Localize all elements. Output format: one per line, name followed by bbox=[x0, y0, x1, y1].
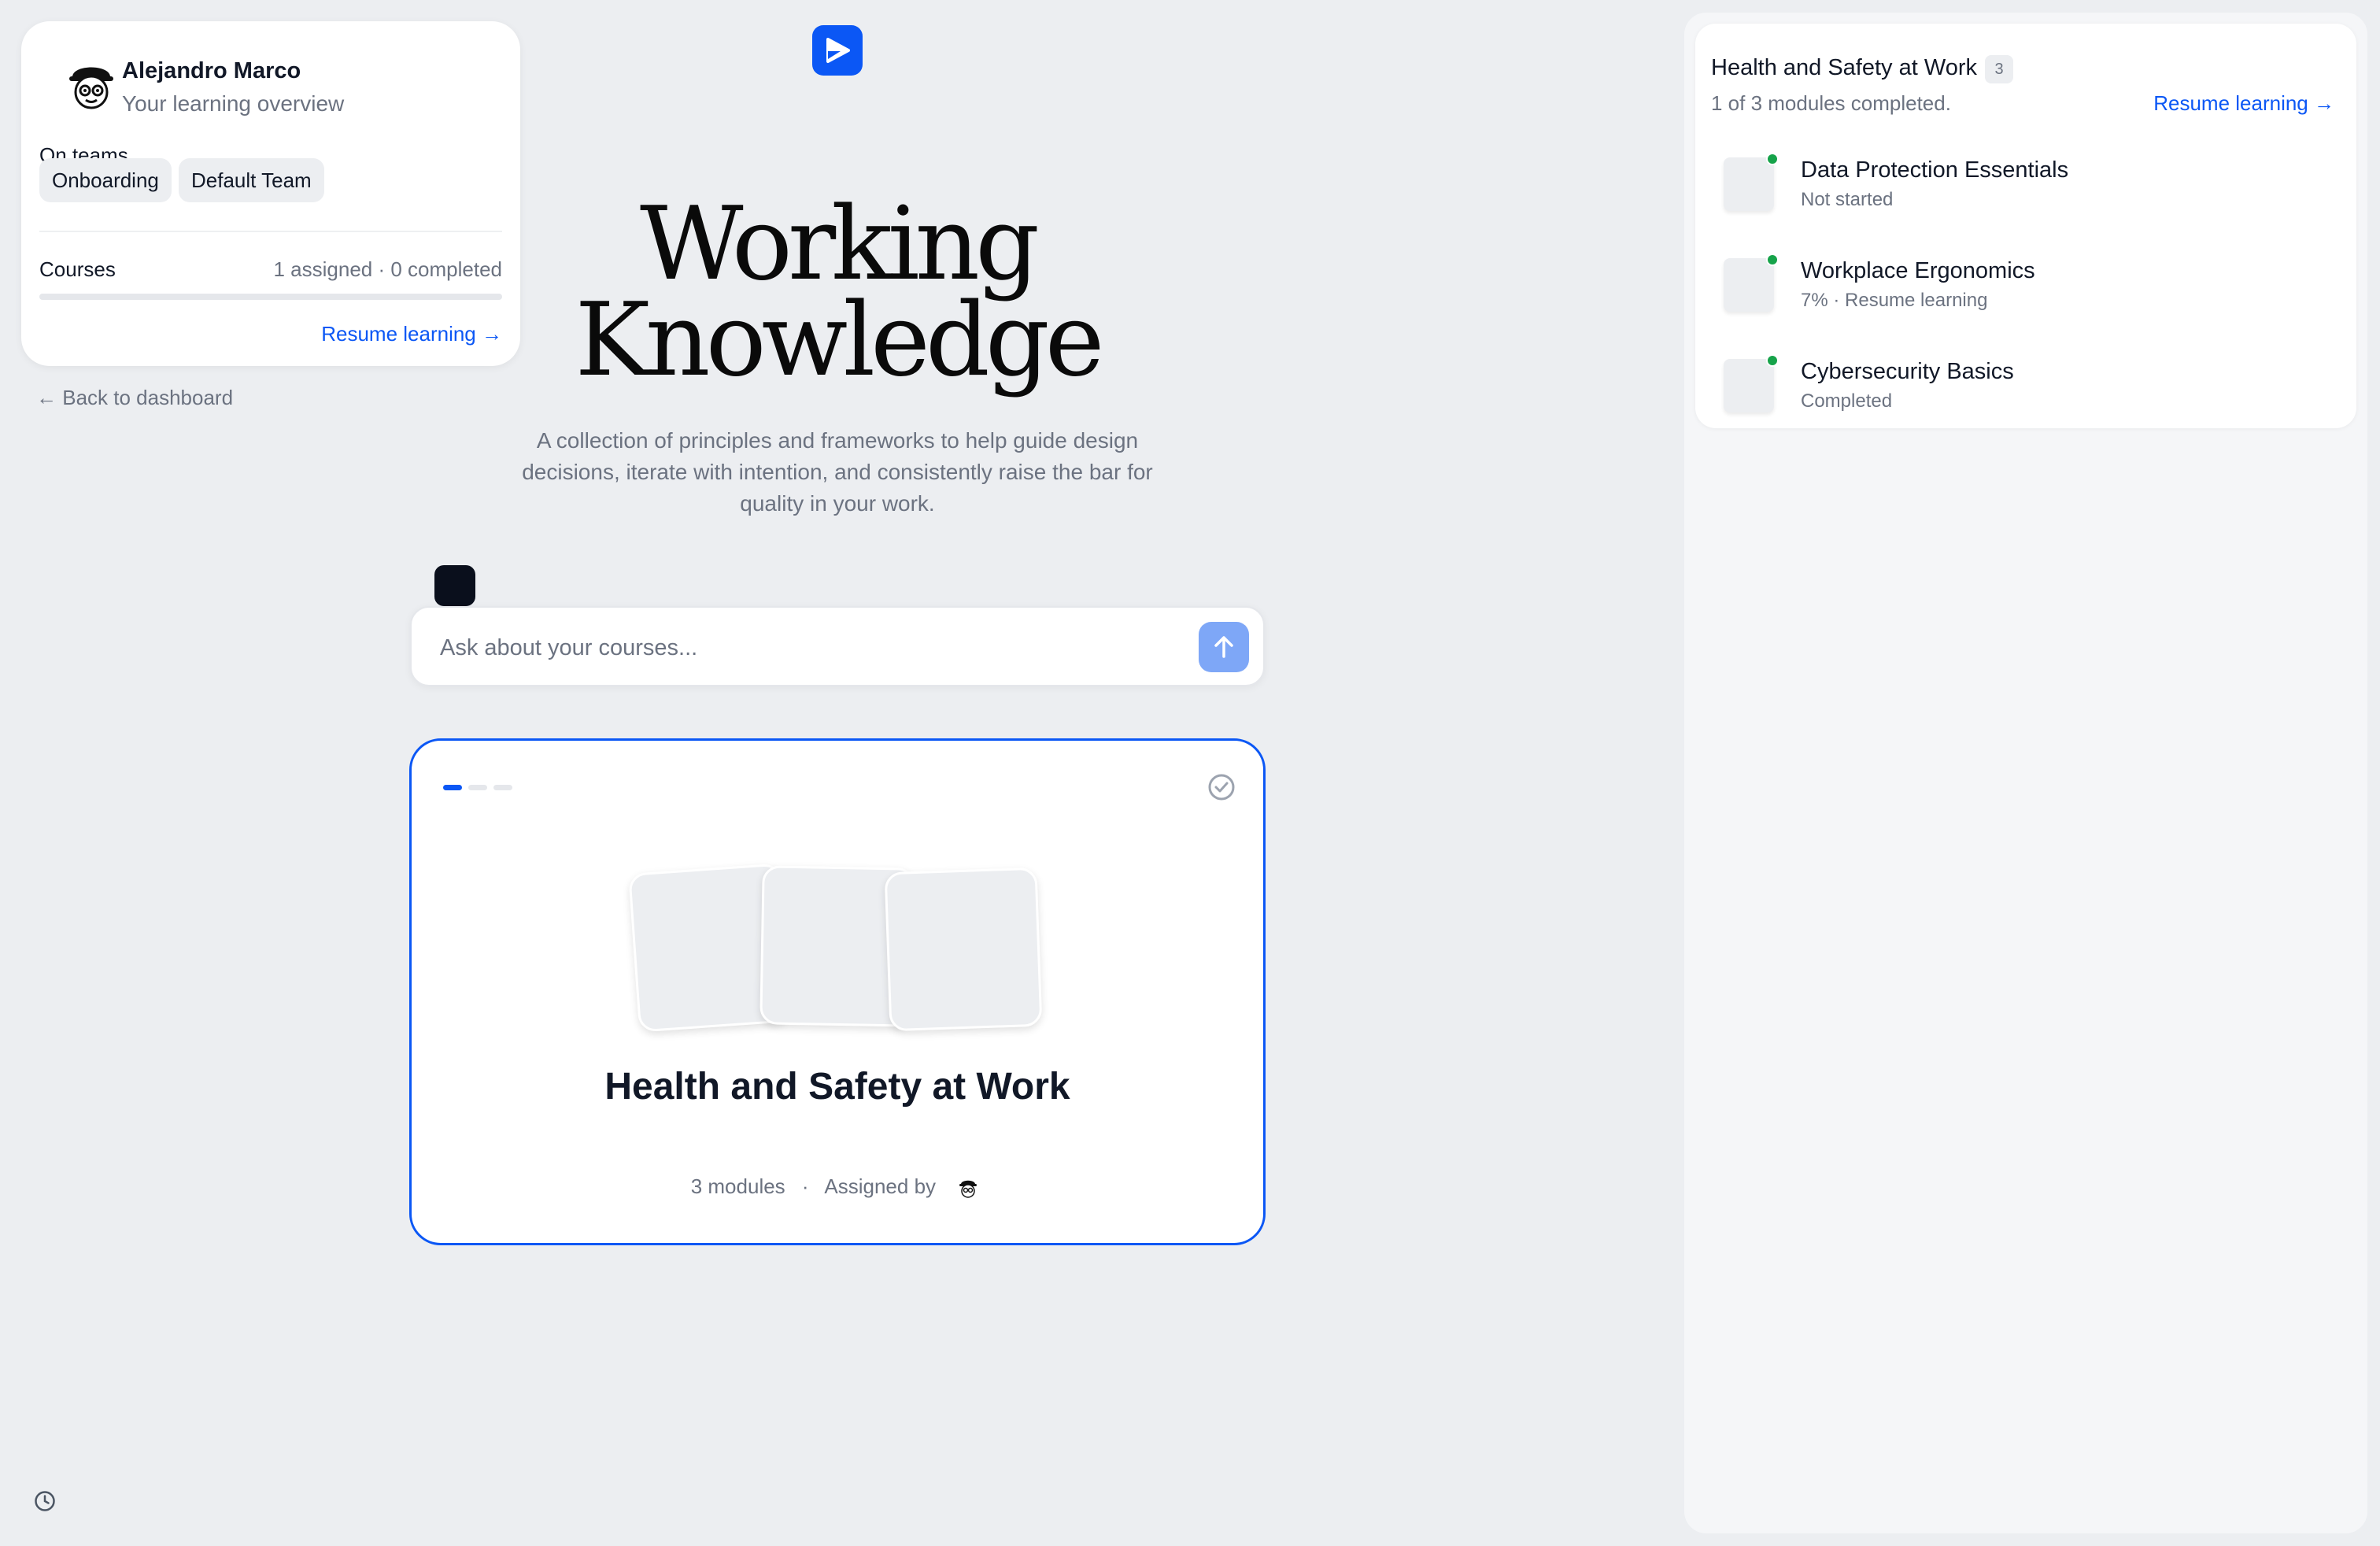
hero-description: A collection of principles and framework… bbox=[522, 428, 1153, 516]
course-card[interactable]: Health and Safety at Work 3 modules · As… bbox=[409, 738, 1266, 1245]
panel-resume-learning-link[interactable]: Resume learning → bbox=[2153, 91, 2334, 116]
module-thumbnail bbox=[1724, 157, 1774, 211]
team-chip-onboarding[interactable]: Onboarding bbox=[39, 158, 172, 202]
pager-dot-active[interactable] bbox=[443, 785, 462, 790]
resume-learning-link[interactable]: Resume learning → bbox=[321, 322, 502, 346]
clock-icon[interactable] bbox=[33, 1489, 57, 1513]
module-thumbnail bbox=[1724, 258, 1774, 312]
course-thumbnail bbox=[884, 867, 1043, 1032]
profile-name: Alejandro Marco bbox=[122, 58, 301, 83]
play-logo-icon[interactable] bbox=[812, 25, 863, 76]
team-chip-default-team[interactable]: Default Team bbox=[179, 158, 324, 202]
ask-input[interactable] bbox=[438, 628, 1150, 668]
module-status: 7% · Resume learning bbox=[1801, 290, 1988, 311]
pager-dot[interactable] bbox=[468, 785, 487, 790]
profile-subtitle: Your learning overview bbox=[122, 91, 345, 116]
hero-title: Working Knowledge bbox=[551, 186, 1124, 399]
modules-count: 3 modules bbox=[690, 1174, 785, 1198]
avatar-icon bbox=[959, 1180, 978, 1198]
courses-progress-bar bbox=[39, 294, 502, 300]
course-summary-card: Health and Safety at Work 3 1 of 3 modul… bbox=[1695, 24, 2356, 428]
course-meta: 3 modules · Assigned by bbox=[412, 1172, 1263, 1204]
pager-dot[interactable] bbox=[493, 785, 512, 790]
hero-title-line-2: Knowledge bbox=[575, 282, 1105, 399]
status-dot bbox=[1766, 153, 1779, 165]
module-item[interactable]: Cybersecurity Basics Completed bbox=[1724, 354, 2341, 430]
module-status: Completed bbox=[1801, 390, 1893, 412]
back-to-dashboard-link[interactable]: ← Back to dashboard bbox=[36, 386, 233, 410]
module-title: Cybersecurity Basics bbox=[1801, 359, 2014, 384]
module-item[interactable]: Data Protection Essentials Not started bbox=[1724, 153, 2341, 228]
assigned-by-label: Assigned by bbox=[824, 1174, 937, 1198]
panel-course-title: Health and Safety at Work bbox=[1711, 55, 1977, 80]
meta-separator: · bbox=[801, 1174, 809, 1198]
module-thumbnail bbox=[1724, 359, 1774, 412]
profile-card: Alejandro Marco Your learning overview O… bbox=[21, 21, 520, 366]
module-item[interactable]: Workplace Ergonomics 7% · Resume learnin… bbox=[1724, 253, 2341, 329]
module-status: Not started bbox=[1801, 189, 1894, 210]
app-icon[interactable] bbox=[434, 565, 475, 606]
send-button[interactable] bbox=[1199, 622, 1249, 672]
check-circle-icon[interactable] bbox=[1207, 772, 1236, 802]
courses-label: Courses bbox=[39, 257, 116, 281]
module-title: Workplace Ergonomics bbox=[1801, 258, 2035, 283]
module-count-badge: 3 bbox=[1985, 55, 2013, 83]
status-dot bbox=[1766, 253, 1779, 266]
course-title: Health and Safety at Work bbox=[604, 1066, 1070, 1108]
module-title: Data Protection Essentials bbox=[1801, 157, 2069, 183]
hero-title-line-1: Working bbox=[640, 186, 1040, 303]
ask-box bbox=[410, 606, 1265, 686]
courses-stats: 1 assigned · 0 completed bbox=[273, 257, 502, 281]
status-dot bbox=[1766, 354, 1779, 367]
panel-progress-text: 1 of 3 modules completed. bbox=[1711, 91, 1951, 115]
course-side-panel: Health and Safety at Work 3 1 of 3 modul… bbox=[1683, 11, 2369, 1535]
divider bbox=[39, 231, 502, 232]
send-arrow-icon bbox=[1214, 636, 1233, 658]
